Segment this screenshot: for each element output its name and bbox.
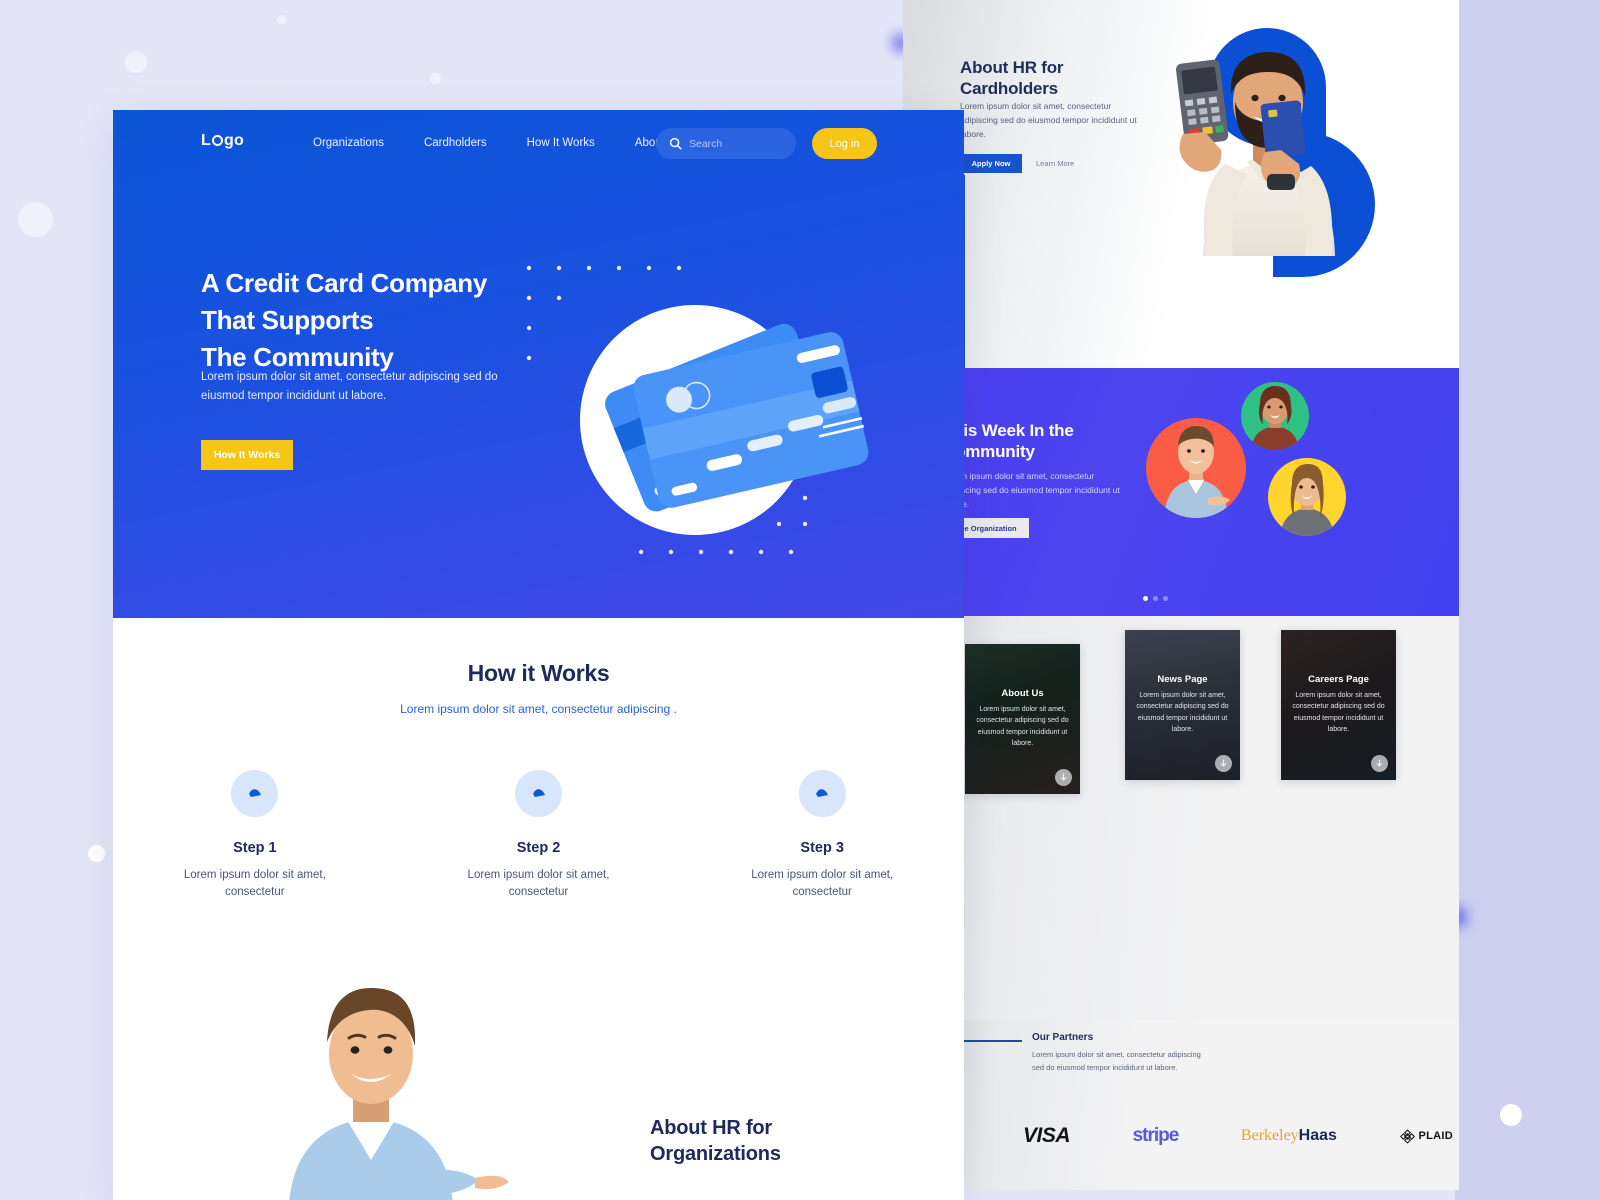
visa-logo: VISA — [1023, 1124, 1071, 1147]
community-section: This Week In the Community Lorem ipsum d… — [903, 368, 1459, 616]
stripe-logo: stripe — [1132, 1125, 1180, 1146]
card-title: About Us — [1001, 688, 1044, 699]
step-body: Lorem ipsum dolor sit amet, consectetur — [467, 869, 610, 899]
nav-item-cardholders[interactable]: Cardholders — [424, 137, 487, 149]
about-organizations-title: About HR for Organizations — [650, 1115, 880, 1168]
nav-links: Organizations Cardholders How It Works A… — [313, 137, 665, 149]
logo-go: go — [223, 132, 244, 149]
logo-l: L — [201, 132, 211, 149]
content-cards-section: About Us Lorem ipsum dolor sit amet, con… — [903, 616, 1459, 1036]
photo-man-pointing — [289, 988, 509, 1200]
login-button[interactable]: Log in — [812, 128, 877, 159]
decor-circle-1 — [125, 51, 147, 73]
partners-section — [903, 1020, 1459, 1190]
carousel-dot-1[interactable] — [1143, 596, 1148, 601]
step-title: Step 1 — [233, 840, 277, 856]
decor-circle-3 — [430, 73, 441, 84]
step-item-1: Step 1 Lorem ipsum dolor sit amet, conse… — [113, 770, 397, 902]
search-input[interactable]: Search — [656, 128, 796, 159]
hero-heading-line1: A Credit Card Company — [201, 268, 487, 298]
logo-o-icon — [211, 135, 223, 146]
credit-cards-illustration — [526, 265, 869, 555]
partners-body: Lorem ipsum dolor sit amet, consectetur … — [1032, 1050, 1201, 1072]
plaid-mark-icon — [1399, 1128, 1415, 1144]
avatar-woman-curly — [1241, 382, 1309, 450]
partner-logos: VISA stripe BerkeleyHaas PLAID — [1023, 1124, 1453, 1148]
cardholders-section: About HR for Cardholders Lorem ipsum dol… — [903, 0, 1459, 370]
cardholders-title: About HR for Cardholders — [960, 58, 1160, 99]
nav-item-organizations[interactable]: Organizations — [313, 137, 384, 149]
search-icon — [669, 137, 682, 150]
card-body: Lorem ipsum dolor sit amet, consectetur … — [1292, 692, 1385, 733]
navbar: Lgo Organizations Cardholders How It Wor… — [113, 110, 964, 180]
step-item-2: Step 2 Lorem ipsum dolor sit amet, conse… — [397, 770, 681, 902]
step-body: Lorem ipsum dolor sit amet, consectetur — [751, 869, 894, 899]
screenshot-stage: About HR for Cardholders Lorem ipsum dol… — [0, 0, 1600, 1200]
hero-heading-line2: That Supports — [201, 304, 374, 335]
decor-circle-4 — [277, 15, 286, 24]
logo[interactable]: Lgo — [201, 132, 244, 150]
wedge-icon — [816, 788, 829, 797]
cardholders-title-line1: About HR for — [960, 58, 1064, 77]
partners-accent-line — [960, 1040, 1022, 1042]
community-title: This Week In the Community — [943, 420, 1153, 463]
content-card-news-page[interactable]: News Page Lorem ipsum dolor sit amet, co… — [1125, 630, 1240, 780]
secondary-page-mock: About HR for Cardholders Lorem ipsum dol… — [903, 0, 1459, 1190]
download-icon[interactable] — [1215, 755, 1232, 772]
decor-circle-6 — [1500, 1104, 1522, 1126]
carousel-dots[interactable] — [1143, 596, 1168, 601]
card-body: Lorem ipsum dolor sit amet, consectetur … — [1136, 692, 1229, 733]
about-organizations-line1: About HR for — [650, 1117, 773, 1139]
wedge-icon — [248, 788, 261, 797]
nav-item-how-it-works[interactable]: How It Works — [527, 137, 595, 149]
decor-circle-2 — [18, 202, 53, 237]
plaid-wordmark: PLAID — [1418, 1130, 1453, 1142]
learn-more-link[interactable]: Learn More — [1036, 154, 1074, 173]
download-icon[interactable] — [1371, 755, 1388, 772]
cardholders-title-line2: Cardholders — [960, 78, 1058, 98]
step-icon-3 — [798, 770, 846, 817]
step-icon-2 — [515, 770, 562, 817]
step-body: Lorem ipsum dolor sit amet, consectetur — [183, 869, 326, 899]
card-title: Careers Page — [1308, 674, 1369, 685]
search-placeholder: Search — [689, 137, 723, 150]
apply-now-button[interactable]: Apply Now — [960, 154, 1022, 173]
hero-heading: A Credit Card Company That Supports The … — [201, 265, 531, 376]
primary-page-mock: Lgo Organizations Cardholders How It Wor… — [113, 110, 964, 1200]
step-item-3: Step 3 Lorem ipsum dolor sit amet, conse… — [680, 770, 964, 902]
how-it-works-title: How it Works — [467, 660, 610, 686]
carousel-dot-3[interactable] — [1163, 596, 1168, 601]
berkeley-haas-logo: BerkeleyHaas — [1241, 1127, 1337, 1145]
content-card-about-us[interactable]: About Us Lorem ipsum dolor sit amet, con… — [965, 644, 1080, 794]
decor-circle-5 — [88, 845, 105, 862]
partners-title: Our Partners — [1032, 1032, 1094, 1043]
right-background-band — [1455, 0, 1600, 1200]
card-title: News Page — [1157, 674, 1208, 685]
hero-section: Lgo Organizations Cardholders How It Wor… — [113, 110, 964, 618]
avatar-woman-long-hair — [1268, 458, 1346, 536]
plaid-logo: PLAID — [1399, 1128, 1454, 1144]
steps-row: Step 1 Lorem ipsum dolor sit amet, conse… — [113, 770, 964, 902]
cardholders-body: Lorem ipsum dolor sit amet, consectetur … — [960, 101, 1137, 139]
step-title: Step 2 — [516, 840, 561, 856]
hero-subtext: Lorem ipsum dolor sit amet, consectetur … — [201, 371, 498, 402]
step-icon-1 — [231, 770, 279, 817]
download-icon[interactable] — [1055, 769, 1072, 786]
community-body: Lorem ipsum dolor sit amet, consectetur … — [943, 471, 1120, 509]
about-organizations-line2: Organizations — [650, 1143, 781, 1166]
hero-cta-button[interactable]: How It Works — [201, 440, 293, 470]
berkeley-word: Berkeley — [1240, 1127, 1299, 1144]
avatar-man-pointing — [1146, 418, 1246, 518]
card-body: Lorem ipsum dolor sit amet, consectetur … — [976, 706, 1069, 747]
haas-word: Haas — [1298, 1127, 1337, 1144]
carousel-dot-2[interactable] — [1153, 596, 1158, 601]
wedge-icon — [532, 788, 545, 797]
photo-man-with-card-reader — [1175, 52, 1335, 256]
step-title: Step 3 — [800, 840, 844, 856]
content-card-careers-page[interactable]: Careers Page Lorem ipsum dolor sit amet,… — [1281, 630, 1396, 780]
how-it-works-subtitle: Lorem ipsum dolor sit amet, consectetur … — [400, 702, 677, 716]
